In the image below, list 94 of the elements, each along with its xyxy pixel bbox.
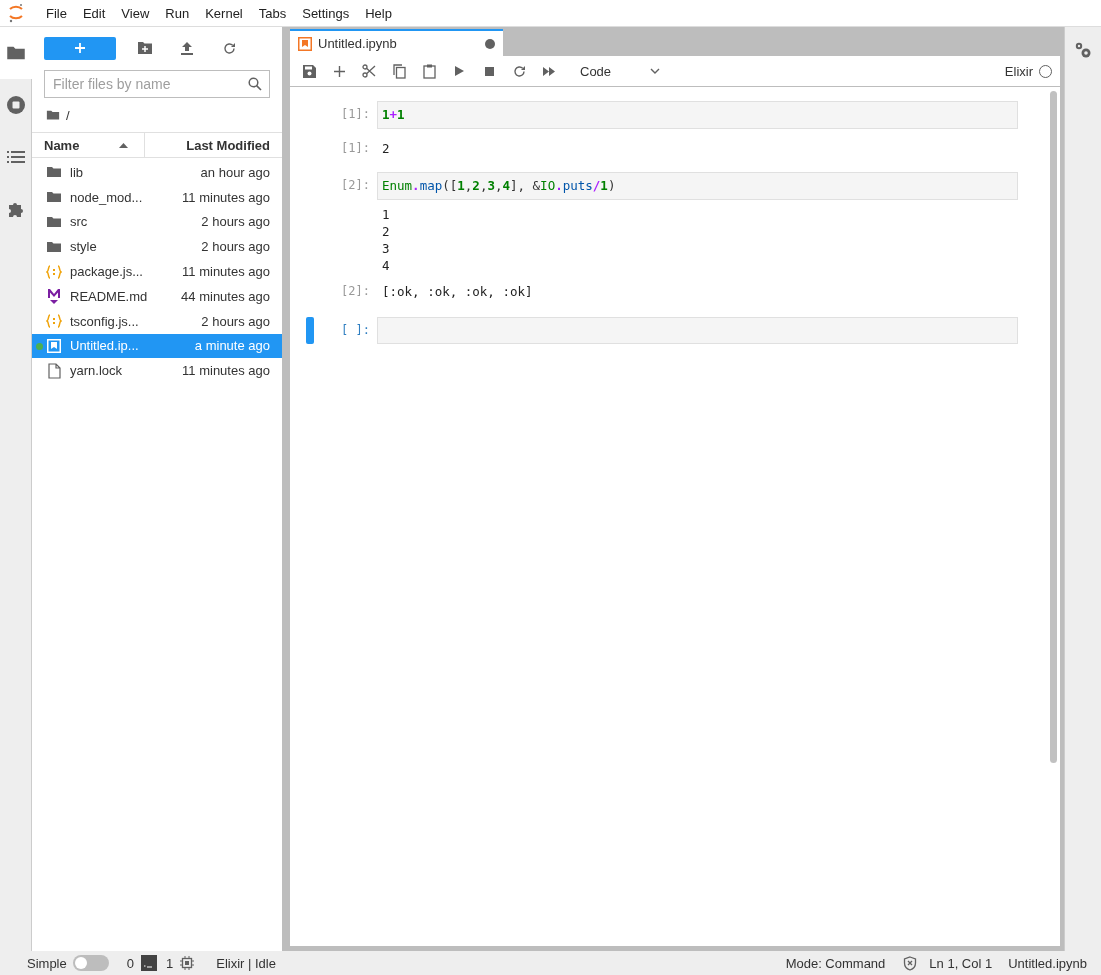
- file-name: README.md: [70, 288, 149, 304]
- tab-title: Untitled.ipynb: [318, 36, 398, 51]
- column-header[interactable]: Name: [32, 133, 145, 157]
- file-modified: 2 hours ago: [201, 313, 270, 329]
- terminal-icon: [141, 955, 157, 971]
- input-prompt: [2]:: [340, 177, 371, 194]
- copy-icon: [392, 63, 406, 79]
- file-modified: 11 minutes ago: [182, 189, 270, 205]
- markdown-file-icon: [47, 288, 61, 305]
- simple-mode-toggle[interactable]: [72, 955, 109, 971]
- file-row[interactable]: src 2 hours ago: [32, 209, 282, 235]
- kernel-status[interactable]: Elixir | Idle: [216, 955, 276, 971]
- file-name: node_mod...: [70, 189, 144, 205]
- output-prompt: [2]:: [340, 283, 371, 300]
- editor-mode: Mode: Command: [785, 955, 886, 971]
- terminal-count[interactable]: 0: [126, 955, 134, 971]
- notebook-file-icon: [47, 338, 61, 353]
- menu-item[interactable]: View: [113, 0, 158, 26]
- cell-output: [:ok, :ok, :ok, :ok]: [381, 283, 534, 301]
- stop-icon: [484, 66, 494, 76]
- menu-item[interactable]: File: [38, 0, 75, 26]
- input-prompt: [1]:: [340, 106, 371, 123]
- clipboard-icon: [422, 63, 436, 79]
- file-modified: 11 minutes ago: [182, 264, 270, 280]
- file-name: yarn.lock: [70, 363, 124, 379]
- file-name: tsconfig.js...: [70, 313, 140, 329]
- scissors-icon: [362, 64, 376, 78]
- sidebar-tab[interactable]: [0, 27, 32, 79]
- file-row[interactable]: package.js... 11 minutes ago: [32, 259, 282, 284]
- plus-icon: [333, 65, 345, 77]
- file-modified: 2 hours ago: [201, 239, 270, 255]
- notebook-icon: [298, 36, 312, 51]
- file-icon: [47, 362, 61, 379]
- json-file-icon: [46, 314, 62, 329]
- cursor-position[interactable]: Ln 1, Col 1: [929, 955, 993, 971]
- play-icon: [454, 66, 464, 76]
- upload-icon: [181, 41, 193, 55]
- output-prompt: [1]:: [340, 140, 371, 157]
- shield-icon: [903, 955, 918, 971]
- file-name: Untitled.ip...: [70, 338, 140, 354]
- chevron-down-icon: [650, 68, 660, 74]
- menu-item[interactable]: Kernel: [197, 0, 251, 26]
- menu-item[interactable]: Edit: [74, 0, 114, 26]
- stop-icon[interactable]: [5, 95, 26, 115]
- new-launcher-button[interactable]: [44, 36, 116, 60]
- file-modified: an hour ago: [200, 164, 270, 180]
- cell-type-dropdown[interactable]: Code: [574, 60, 666, 82]
- file-modified: 2 hours ago: [201, 214, 270, 230]
- breadcrumb-path[interactable]: /: [66, 107, 70, 123]
- file-name: package.js...: [70, 264, 144, 280]
- file-row[interactable]: style 2 hours ago: [32, 234, 282, 260]
- save-icon: [302, 64, 316, 78]
- menu-item[interactable]: Tabs: [250, 0, 295, 26]
- folder-icon: [46, 108, 60, 122]
- kernel-count[interactable]: 1: [166, 955, 174, 971]
- puzzle-icon[interactable]: [6, 200, 25, 218]
- stream-output: 1 2 3 4: [381, 206, 391, 275]
- folder-plus-icon: [137, 41, 153, 55]
- file-row[interactable]: tsconfig.js... 2 hours ago: [32, 308, 282, 334]
- file-row[interactable]: node_mod... 11 minutes ago: [32, 184, 282, 210]
- menu-item[interactable]: Run: [157, 0, 198, 26]
- file-modified: 44 minutes ago: [181, 288, 270, 304]
- fast-forward-icon: [543, 66, 555, 76]
- menu-item[interactable]: Help: [357, 0, 400, 26]
- cell-output: 2: [381, 140, 391, 158]
- list-icon[interactable]: [6, 150, 25, 164]
- file-name: style: [70, 239, 98, 255]
- json-file-icon: [46, 264, 62, 279]
- code-input[interactable]: 1+1: [377, 101, 1018, 129]
- file-row[interactable]: lib an hour ago: [32, 160, 282, 185]
- kernel-name[interactable]: Elixir: [1004, 63, 1033, 79]
- file-row[interactable]: README.md 44 minutes ago: [32, 284, 282, 309]
- file-modified: 11 minutes ago: [182, 363, 270, 379]
- settings-icon[interactable]: [1074, 41, 1092, 59]
- simple-mode-label: Simple: [27, 955, 67, 971]
- plus-icon: [74, 42, 86, 54]
- file-name: src: [70, 214, 89, 230]
- scrollbar-thumb[interactable]: [1049, 91, 1057, 763]
- search-icon: [248, 77, 262, 91]
- code-input[interactable]: [377, 317, 1018, 344]
- file-name: lib: [70, 164, 84, 180]
- filter-field[interactable]: Filter files by name: [44, 70, 270, 98]
- document-name: Untitled.ipynb: [1008, 955, 1087, 971]
- column-header[interactable]: Last Modified: [145, 133, 282, 157]
- folder-icon: [46, 214, 62, 230]
- file-modified: a minute ago: [194, 338, 270, 354]
- file-row[interactable]: yarn.lock 11 minutes ago: [32, 358, 282, 384]
- refresh-icon: [222, 41, 236, 55]
- refresh-icon: [512, 64, 526, 78]
- menu-item[interactable]: Settings: [294, 0, 358, 26]
- input-prompt: [ ]:: [340, 322, 371, 339]
- code-input[interactable]: Enum.map([1,2,3,4], &IO.puts/1): [377, 172, 1018, 200]
- notebook-tab[interactable]: Untitled.ipynb: [290, 29, 503, 56]
- chip-icon: [180, 956, 195, 970]
